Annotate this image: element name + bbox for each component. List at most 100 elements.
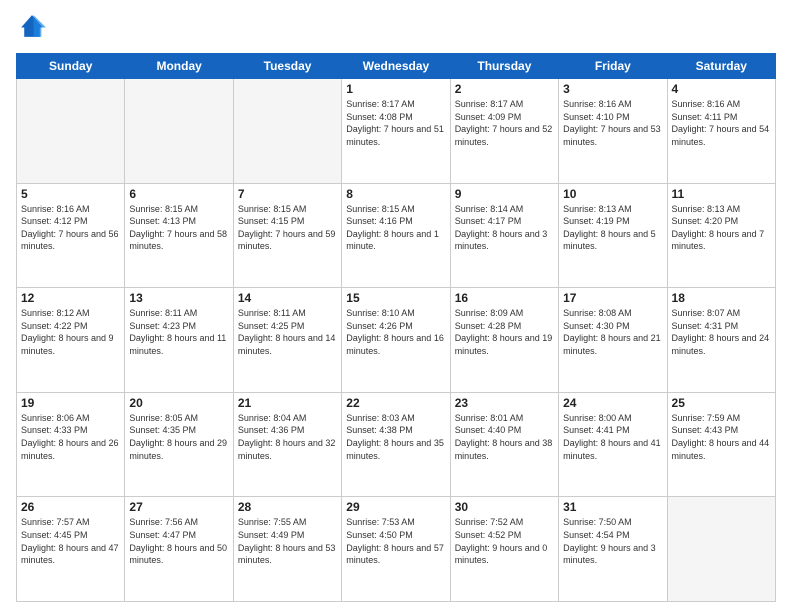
cell-day-number: 7 [238, 187, 337, 201]
cell-info: Sunrise: 8:03 AMSunset: 4:38 PMDaylight:… [346, 412, 445, 462]
calendar-cell: 17 Sunrise: 8:08 AMSunset: 4:30 PMDayligh… [559, 288, 667, 393]
cell-info: Sunrise: 8:05 AMSunset: 4:35 PMDaylight:… [129, 412, 228, 462]
calendar-cell: 28 Sunrise: 7:55 AMSunset: 4:49 PMDayligh… [233, 497, 341, 602]
calendar-cell: 18Sunrise: 8:07 AMSunset: 4:31 PMDayligh… [667, 288, 775, 393]
calendar-cell: 19Sunrise: 8:06 AMSunset: 4:33 PMDayligh… [17, 392, 125, 497]
col-header-tuesday: Tuesday [233, 54, 341, 79]
cell-day-number: 10 [563, 187, 662, 201]
col-header-monday: Monday [125, 54, 233, 79]
cell-day-number: 12 [21, 291, 120, 305]
cell-info: Sunrise: 8:14 AMSunset: 4:17 PMDaylight:… [455, 203, 554, 253]
logo-icon [18, 12, 46, 40]
cell-day-number: 13 [129, 291, 228, 305]
calendar-cell: 23 Sunrise: 8:01 AMSunset: 4:40 PMDayligh… [450, 392, 558, 497]
calendar-cell: 2 Sunrise: 8:17 AMSunset: 4:09 PMDaylight… [450, 79, 558, 184]
cell-info: Sunrise: 8:16 AMSunset: 4:12 PMDaylight:… [21, 203, 120, 253]
calendar-cell: 5 Sunrise: 8:16 AMSunset: 4:12 PMDaylight… [17, 183, 125, 288]
col-header-saturday: Saturday [667, 54, 775, 79]
calendar-cell: 3 Sunrise: 8:16 AMSunset: 4:10 PMDaylight… [559, 79, 667, 184]
cell-info: Sunrise: 8:09 AMSunset: 4:28 PMDaylight:… [455, 307, 554, 357]
calendar-cell: 9 Sunrise: 8:14 AMSunset: 4:17 PMDaylight… [450, 183, 558, 288]
calendar-cell: 30Sunrise: 7:52 AMSunset: 4:52 PMDayligh… [450, 497, 558, 602]
calendar-cell: 1 Sunrise: 8:17 AMSunset: 4:08 PMDaylight… [342, 79, 450, 184]
cell-day-number: 4 [672, 82, 771, 96]
calendar-week-row: 19Sunrise: 8:06 AMSunset: 4:33 PMDayligh… [17, 392, 776, 497]
cell-info: Sunrise: 7:55 AMSunset: 4:49 PMDaylight:… [238, 516, 337, 566]
calendar-cell: 11Sunrise: 8:13 AMSunset: 4:20 PMDayligh… [667, 183, 775, 288]
cell-info: Sunrise: 8:15 AMSunset: 4:15 PMDaylight:… [238, 203, 337, 253]
cell-day-number: 6 [129, 187, 228, 201]
cell-info: Sunrise: 8:17 AMSunset: 4:08 PMDaylight:… [346, 98, 445, 148]
calendar-cell: 31Sunrise: 7:50 AMSunset: 4:54 PMDayligh… [559, 497, 667, 602]
calendar-cell: 6 Sunrise: 8:15 AMSunset: 4:13 PMDaylight… [125, 183, 233, 288]
cell-info: Sunrise: 8:08 AMSunset: 4:30 PMDaylight:… [563, 307, 662, 357]
header [16, 12, 776, 45]
cell-info: Sunrise: 8:15 AMSunset: 4:16 PMDaylight:… [346, 203, 445, 253]
calendar-cell: 10 Sunrise: 8:13 AMSunset: 4:19 PMDayligh… [559, 183, 667, 288]
cell-day-number: 18 [672, 291, 771, 305]
calendar-table: SundayMondayTuesdayWednesdayThursdayFrid… [16, 53, 776, 602]
cell-day-number: 20 [129, 396, 228, 410]
cell-day-number: 21 [238, 396, 337, 410]
calendar-cell: 14Sunrise: 8:11 AMSunset: 4:25 PMDayligh… [233, 288, 341, 393]
calendar-cell [233, 79, 341, 184]
calendar-cell: 25Sunrise: 7:59 AMSunset: 4:43 PMDayligh… [667, 392, 775, 497]
cell-day-number: 14 [238, 291, 337, 305]
cell-day-number: 8 [346, 187, 445, 201]
cell-day-number: 1 [346, 82, 445, 96]
calendar-cell: 21 Sunrise: 8:04 AMSunset: 4:36 PMDayligh… [233, 392, 341, 497]
calendar-week-row: 12Sunrise: 8:12 AMSunset: 4:22 PMDayligh… [17, 288, 776, 393]
calendar-cell: 24Sunrise: 8:00 AMSunset: 4:41 PMDayligh… [559, 392, 667, 497]
cell-day-number: 31 [563, 500, 662, 514]
page: SundayMondayTuesdayWednesdayThursdayFrid… [0, 0, 792, 612]
calendar-cell: 26 Sunrise: 7:57 AMSunset: 4:45 PMDayligh… [17, 497, 125, 602]
cell-info: Sunrise: 7:53 AMSunset: 4:50 PMDaylight:… [346, 516, 445, 566]
cell-info: Sunrise: 8:06 AMSunset: 4:33 PMDaylight:… [21, 412, 120, 462]
col-header-wednesday: Wednesday [342, 54, 450, 79]
calendar-cell: 29 Sunrise: 7:53 AMSunset: 4:50 PMDayligh… [342, 497, 450, 602]
calendar-cell: 8 Sunrise: 8:15 AMSunset: 4:16 PMDaylight… [342, 183, 450, 288]
cell-day-number: 22 [346, 396, 445, 410]
cell-day-number: 5 [21, 187, 120, 201]
col-header-friday: Friday [559, 54, 667, 79]
cell-info: Sunrise: 8:13 AMSunset: 4:19 PMDaylight:… [563, 203, 662, 253]
calendar-week-row: 5 Sunrise: 8:16 AMSunset: 4:12 PMDaylight… [17, 183, 776, 288]
cell-day-number: 17 [563, 291, 662, 305]
cell-day-number: 15 [346, 291, 445, 305]
cell-info: Sunrise: 8:15 AMSunset: 4:13 PMDaylight:… [129, 203, 228, 253]
cell-day-number: 3 [563, 82, 662, 96]
cell-info: Sunrise: 8:17 AMSunset: 4:09 PMDaylight:… [455, 98, 554, 148]
cell-day-number: 27 [129, 500, 228, 514]
calendar-cell [17, 79, 125, 184]
cell-day-number: 30 [455, 500, 554, 514]
calendar-cell: 4 Sunrise: 8:16 AMSunset: 4:11 PMDaylight… [667, 79, 775, 184]
cell-day-number: 9 [455, 187, 554, 201]
cell-info: Sunrise: 7:56 AMSunset: 4:47 PMDaylight:… [129, 516, 228, 566]
cell-info: Sunrise: 8:01 AMSunset: 4:40 PMDaylight:… [455, 412, 554, 462]
calendar-cell: 13Sunrise: 8:11 AMSunset: 4:23 PMDayligh… [125, 288, 233, 393]
cell-day-number: 29 [346, 500, 445, 514]
cell-day-number: 23 [455, 396, 554, 410]
cell-info: Sunrise: 8:16 AMSunset: 4:11 PMDaylight:… [672, 98, 771, 148]
calendar-cell: 12Sunrise: 8:12 AMSunset: 4:22 PMDayligh… [17, 288, 125, 393]
cell-info: Sunrise: 7:57 AMSunset: 4:45 PMDaylight:… [21, 516, 120, 566]
cell-info: Sunrise: 8:04 AMSunset: 4:36 PMDaylight:… [238, 412, 337, 462]
cell-day-number: 26 [21, 500, 120, 514]
calendar-cell: 15 Sunrise: 8:10 AMSunset: 4:26 PMDayligh… [342, 288, 450, 393]
calendar-cell: 16 Sunrise: 8:09 AMSunset: 4:28 PMDayligh… [450, 288, 558, 393]
logo [16, 12, 48, 45]
cell-info: Sunrise: 8:16 AMSunset: 4:10 PMDaylight:… [563, 98, 662, 148]
calendar-cell: 22 Sunrise: 8:03 AMSunset: 4:38 PMDayligh… [342, 392, 450, 497]
calendar-week-row: 26 Sunrise: 7:57 AMSunset: 4:45 PMDayligh… [17, 497, 776, 602]
cell-day-number: 16 [455, 291, 554, 305]
cell-day-number: 11 [672, 187, 771, 201]
calendar-week-row: 1 Sunrise: 8:17 AMSunset: 4:08 PMDaylight… [17, 79, 776, 184]
cell-day-number: 28 [238, 500, 337, 514]
calendar-header-row: SundayMondayTuesdayWednesdayThursdayFrid… [17, 54, 776, 79]
cell-info: Sunrise: 8:10 AMSunset: 4:26 PMDaylight:… [346, 307, 445, 357]
cell-day-number: 24 [563, 396, 662, 410]
cell-day-number: 2 [455, 82, 554, 96]
col-header-thursday: Thursday [450, 54, 558, 79]
calendar-cell: 7 Sunrise: 8:15 AMSunset: 4:15 PMDaylight… [233, 183, 341, 288]
calendar-cell: 20 Sunrise: 8:05 AMSunset: 4:35 PMDayligh… [125, 392, 233, 497]
